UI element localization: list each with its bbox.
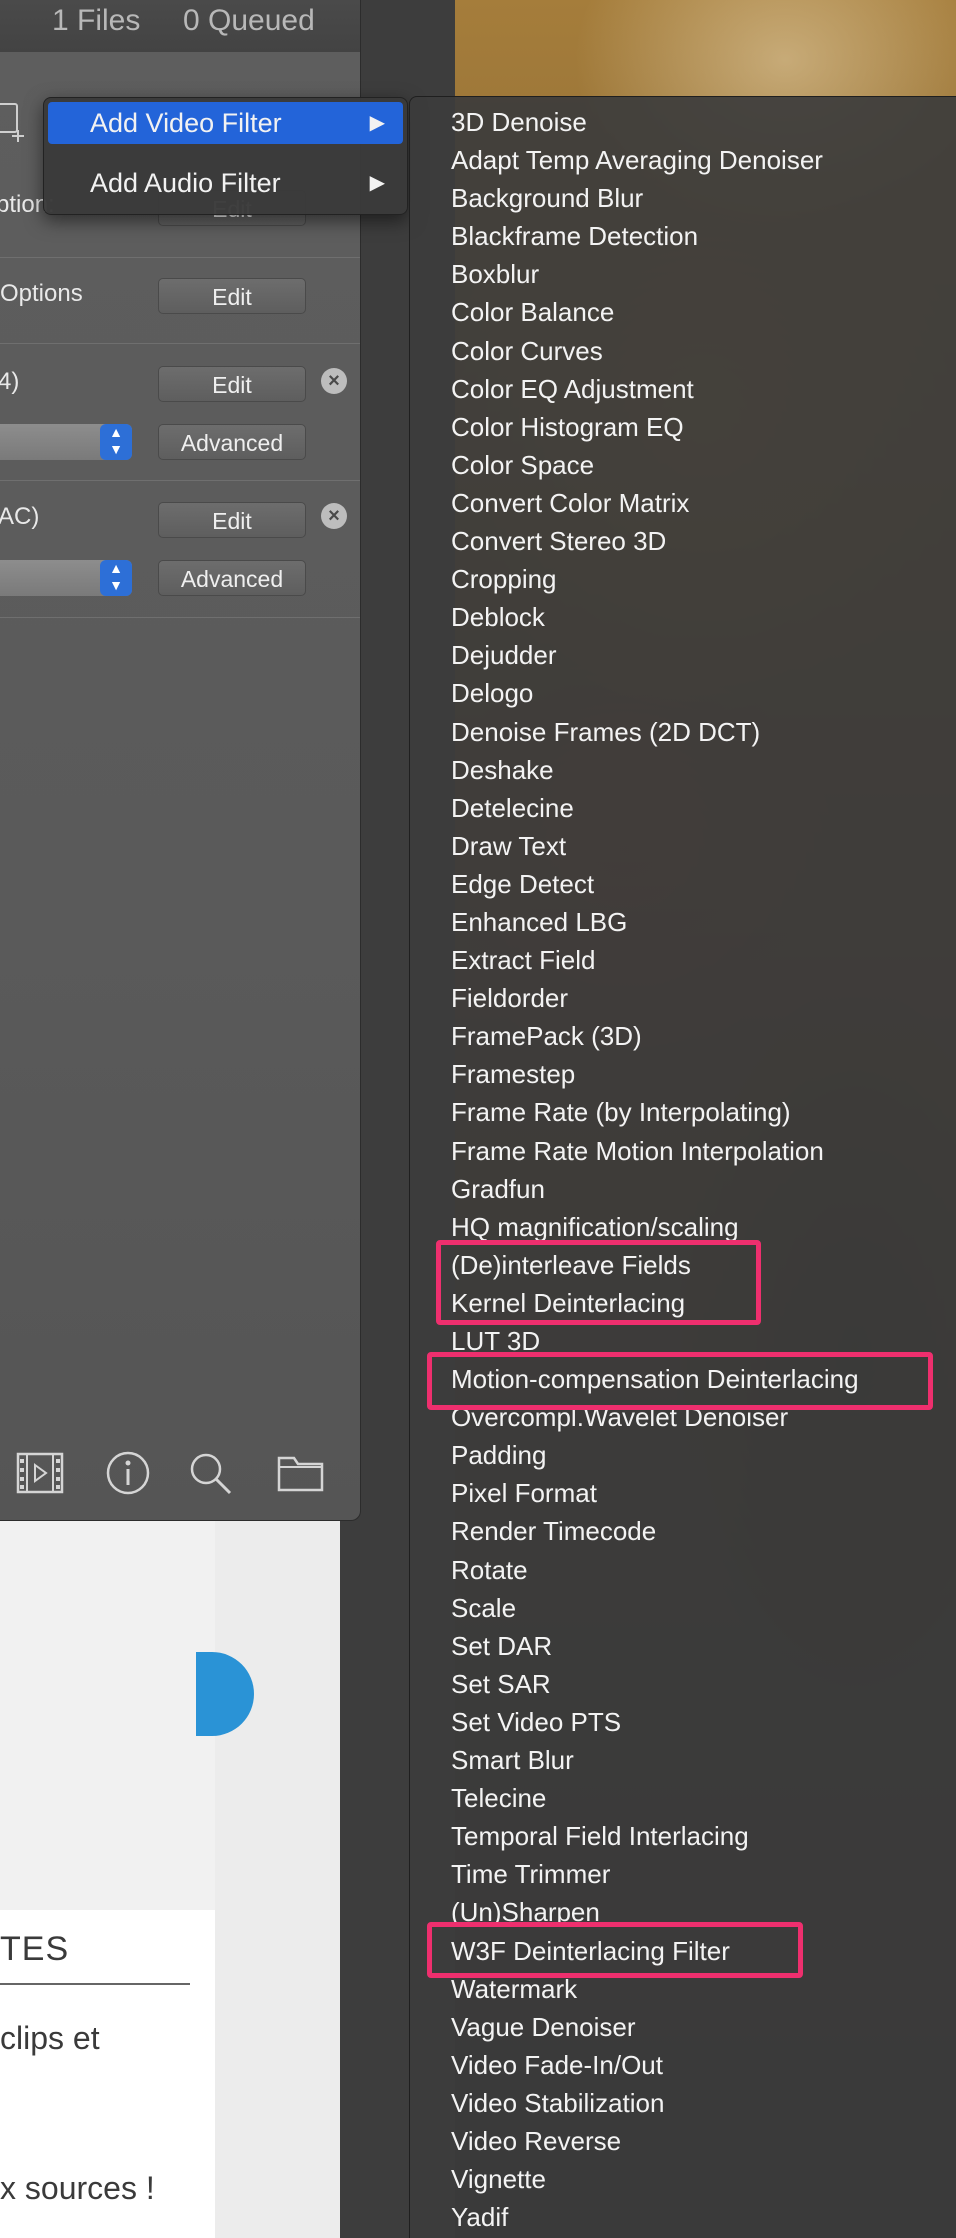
advanced-button[interactable]: Advanced <box>158 560 306 596</box>
filter-menu-item[interactable]: Video Stabilization <box>410 2084 956 2122</box>
remove-icon[interactable]: × <box>321 368 347 394</box>
filter-menu-item[interactable]: Enhanced LBG <box>410 903 956 941</box>
filter-menu-item[interactable]: Telecine <box>410 1779 956 1817</box>
web-heading: TES <box>0 1930 70 1968</box>
filter-menu-item[interactable]: Boxblur <box>410 255 956 293</box>
filter-menu-item[interactable]: Vignette <box>410 2160 956 2198</box>
advanced-button[interactable]: Advanced <box>158 424 306 460</box>
filter-menu-item[interactable]: Detelecine <box>410 789 956 827</box>
filter-menu-item[interactable]: Color Curves <box>410 332 956 370</box>
filter-menu-item[interactable]: Blackframe Detection <box>410 217 956 255</box>
menu-item-label: Add Audio Filter <box>90 168 281 198</box>
menu-item-label: Add Video Filter <box>90 108 282 138</box>
submenu-arrow-icon: ▶ <box>369 172 385 194</box>
context-menu: Add Video Filter ▶ Add Audio Filter ▶ <box>43 97 408 215</box>
filter-menu-item[interactable]: Set SAR <box>410 1665 956 1703</box>
filter-menu-item[interactable]: Smart Blur <box>410 1741 956 1779</box>
filter-menu-item[interactable]: Set DAR <box>410 1627 956 1665</box>
menu-item-add-audio-filter[interactable]: Add Audio Filter ▶ <box>48 162 403 204</box>
filter-menu-item[interactable]: Convert Stereo 3D <box>410 522 956 560</box>
filter-menu-item[interactable]: Render Timecode <box>410 1512 956 1550</box>
chevron-up-down-icon[interactable]: ▲ ▼ <box>100 424 132 460</box>
edit-button[interactable]: Edit <box>158 366 306 402</box>
video-filter-list: 3D Denoise Adapt Temp Averaging Denoiser B… <box>410 103 956 2236</box>
menu-item-add-video-filter[interactable]: Add Video Filter ▶ <box>48 102 403 144</box>
web-text-line: clips et <box>0 2020 100 2056</box>
video-clip-icon[interactable] <box>15 1450 65 1496</box>
divider <box>0 480 360 481</box>
filter-menu-item[interactable]: Color Histogram EQ <box>410 408 956 446</box>
filter-menu-item[interactable]: Rotate <box>410 1551 956 1589</box>
row-label: AC) <box>0 503 40 530</box>
filter-menu-item[interactable]: 3D Denoise <box>410 103 956 141</box>
submenu-arrow-icon: ▶ <box>369 112 385 134</box>
info-icon[interactable] <box>104 1450 154 1496</box>
filter-menu-item[interactable]: Video Reverse <box>410 2122 956 2160</box>
filter-menu-item[interactable]: Delogo <box>410 674 956 712</box>
filter-menu-item[interactable]: Deshake <box>410 751 956 789</box>
files-count: 1 Files <box>52 4 141 37</box>
filter-menu-item[interactable]: Frame Rate Motion Interpolation <box>410 1132 956 1170</box>
filter-menu-item[interactable]: Convert Color Matrix <box>410 484 956 522</box>
add-filter-icon[interactable] <box>0 100 28 144</box>
filter-menu-item[interactable]: Frame Rate (by Interpolating) <box>410 1093 956 1131</box>
filter-menu-item[interactable]: Fieldorder <box>410 979 956 1017</box>
filter-menu-item[interactable]: Scale <box>410 1589 956 1627</box>
filter-menu-item[interactable]: Background Blur <box>410 179 956 217</box>
highlight-box <box>436 1240 761 1325</box>
filter-menu-item[interactable]: Vague Denoiser <box>410 2008 956 2046</box>
web-text-line: x sources ! <box>0 2170 155 2206</box>
divider <box>0 617 360 618</box>
highlight-box <box>427 1352 933 1410</box>
filter-menu-item[interactable]: Yadif <box>410 2198 956 2236</box>
video-filter-submenu: 3D Denoise Adapt Temp Averaging Denoiser B… <box>409 96 956 2238</box>
divider <box>0 343 360 344</box>
filter-menu-item[interactable]: Framestep <box>410 1055 956 1093</box>
filter-menu-item[interactable]: Dejudder <box>410 636 956 674</box>
edit-button[interactable]: Edit <box>158 278 306 314</box>
filter-menu-item[interactable]: Pixel Format <box>410 1474 956 1512</box>
folder-icon[interactable] <box>276 1450 326 1496</box>
filter-menu-item[interactable]: Set Video PTS <box>410 1703 956 1741</box>
filter-menu-item[interactable]: Padding <box>410 1436 956 1474</box>
app-window: 1 Files 0 Queued ption: Edit Options Edi… <box>0 0 361 1521</box>
web-page-sidebar <box>215 1520 340 2238</box>
filter-menu-item[interactable]: Draw Text <box>410 827 956 865</box>
filter-menu-item[interactable]: Color EQ Adjustment <box>410 370 956 408</box>
edit-button[interactable]: Edit <box>158 502 306 538</box>
row-label: Options <box>0 280 83 307</box>
filter-menu-item[interactable]: Denoise Frames (2D DCT) <box>410 713 956 751</box>
search-icon[interactable] <box>186 1450 236 1496</box>
filter-menu-item[interactable]: Color Space <box>410 446 956 484</box>
divider <box>0 257 360 258</box>
filter-menu-item[interactable]: Deblock <box>410 598 956 636</box>
filter-menu-item[interactable]: Time Trimmer <box>410 1855 956 1893</box>
filter-menu-item[interactable]: Color Balance <box>410 293 956 331</box>
filter-menu-item[interactable]: Cropping <box>410 560 956 598</box>
filter-menu-item[interactable]: Adapt Temp Averaging Denoiser <box>410 141 956 179</box>
filter-menu-item[interactable]: Gradfun <box>410 1170 956 1208</box>
queued-count: 0 Queued <box>183 4 315 37</box>
queue-header: 1 Files 0 Queued <box>0 0 360 52</box>
filter-menu-item[interactable]: Temporal Field Interlacing <box>410 1817 956 1855</box>
chevron-up-down-icon[interactable]: ▲ ▼ <box>100 560 132 596</box>
filter-menu-item[interactable]: FramePack (3D) <box>410 1017 956 1055</box>
web-heading-rule <box>0 1983 190 1985</box>
filter-menu-item[interactable]: Edge Detect <box>410 865 956 903</box>
row-label: 4) <box>0 368 20 395</box>
filter-menu-item[interactable]: Video Fade-In/Out <box>410 2046 956 2084</box>
highlight-box <box>427 1922 803 1978</box>
filter-menu-item[interactable]: Extract Field <box>410 941 956 979</box>
remove-icon[interactable]: × <box>321 503 347 529</box>
